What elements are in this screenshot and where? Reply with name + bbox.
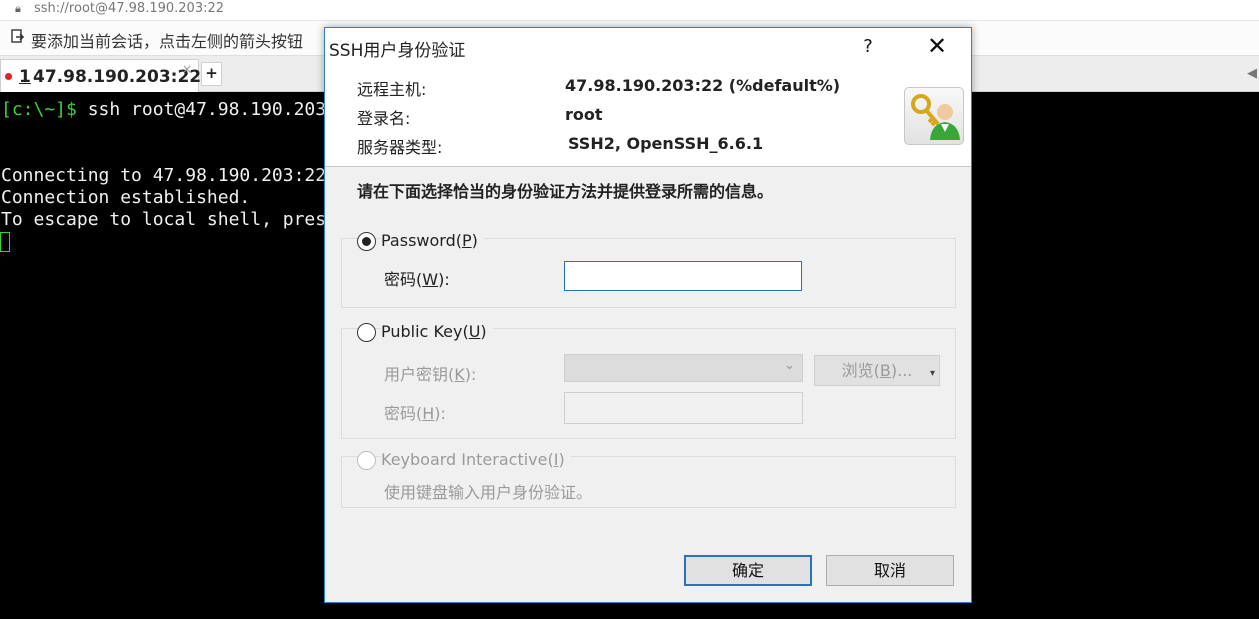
- tab-host: 47.98.190.203:22: [33, 67, 202, 87]
- ssh-auth-dialog: SSH用户身份验证 ? ✕ 远程主机: 47.98.190.203:22 (%d…: [324, 27, 972, 603]
- password-field-label-end: ):: [438, 270, 450, 289]
- user-key-icon: [904, 87, 964, 145]
- browse-label-text: 浏览(: [841, 361, 880, 380]
- dropdown-arrow-icon: ▾: [929, 368, 935, 379]
- key-passphrase-label: 密码(H):: [384, 400, 446, 424]
- key-passphrase-input: [564, 392, 803, 424]
- terminal-output-line: Connection established.: [1, 187, 251, 208]
- tab-scroll-left-icon[interactable]: ◀: [1247, 66, 1257, 81]
- password-field-label-accel: W: [422, 270, 439, 289]
- user-key-select: ⌄: [564, 354, 803, 382]
- password-label-text: Password(: [381, 231, 462, 250]
- connection-status-dot: [5, 73, 12, 80]
- user-key-label-end: ):: [464, 365, 477, 384]
- user-key-label-accel: K: [454, 365, 465, 384]
- publickey-radio-label[interactable]: Public Key(U): [381, 322, 493, 341]
- server-type-label: 服务器类型:: [357, 138, 443, 157]
- ok-button[interactable]: 确定: [684, 555, 812, 586]
- connection-info: 远程主机: 47.98.190.203:22 (%default%) 登录名: …: [325, 66, 971, 167]
- user-key-label: 用户密钥(K):: [384, 361, 476, 385]
- publickey-radio[interactable]: [357, 323, 376, 342]
- keyboard-interactive-desc: 使用键盘输入用户身份验证。: [384, 483, 593, 502]
- address-text: ssh://root@47.98.190.203:22: [34, 1, 225, 16]
- hint-text: 要添加当前会话，点击左侧的箭头按钮: [31, 32, 304, 51]
- publickey-label-accel: U: [468, 322, 481, 341]
- server-type-value: SSH2, OpenSSH_6.6.1: [568, 134, 764, 153]
- password-radio[interactable]: [357, 232, 376, 251]
- keyboard-label-end: ): [558, 450, 565, 469]
- add-tab-button[interactable]: +: [201, 62, 222, 86]
- key-passphrase-label-end: ):: [434, 404, 446, 423]
- browse-label-accel: B: [879, 361, 891, 380]
- browse-button: 浏览(B)... ▾: [814, 355, 940, 386]
- dialog-titlebar[interactable]: SSH用户身份验证 ? ✕: [325, 28, 971, 66]
- keyboard-label-text: Keyboard Interactive(: [381, 450, 554, 469]
- tab-number: 1: [19, 67, 31, 87]
- lock-icon: 🔒︎: [15, 2, 21, 15]
- dialog-title: SSH用户身份验证: [329, 41, 466, 61]
- keyboard-interactive-label: Keyboard Interactive(I): [381, 450, 571, 469]
- add-session-arrow-icon[interactable]: [11, 29, 25, 45]
- remote-host-value: 47.98.190.203:22 (%default%): [565, 76, 841, 95]
- password-label-end: ): [471, 231, 478, 250]
- password-field-label: 密码(W):: [384, 266, 450, 290]
- password-radio-label[interactable]: Password(P): [381, 231, 484, 250]
- tab-close-icon[interactable]: ×: [182, 62, 192, 76]
- keyboard-interactive-radio: [357, 451, 376, 470]
- password-input[interactable]: [564, 261, 802, 291]
- terminal-cursor: [0, 232, 10, 252]
- key-passphrase-label-text: 密码(: [384, 404, 423, 423]
- login-name-value: root: [565, 105, 603, 124]
- session-tab[interactable]: 1 47.98.190.203:22 ×: [0, 59, 202, 92]
- address-bar: 🔒︎ ssh://root@47.98.190.203:22: [0, 0, 1259, 21]
- publickey-label-text: Public Key(: [381, 322, 469, 341]
- instruction-text: 请在下面选择恰当的身份验证方法并提供登录所需的信息。: [357, 182, 774, 201]
- login-name-label: 登录名:: [357, 109, 411, 128]
- password-field-label-text: 密码(: [384, 270, 423, 289]
- terminal-prompt: [c:\~]$: [1, 99, 77, 120]
- key-passphrase-label-accel: H: [422, 404, 435, 423]
- close-button[interactable]: ✕: [919, 30, 955, 62]
- chevron-down-icon: ⌄: [784, 358, 795, 373]
- publickey-label-end: ): [480, 322, 487, 341]
- password-label-accel: P: [461, 231, 472, 250]
- terminal-output-line: Connecting to 47.98.190.203:22: [1, 165, 327, 186]
- cancel-button[interactable]: 取消: [826, 555, 954, 586]
- remote-host-label: 远程主机:: [357, 80, 427, 99]
- browse-label-end: )...: [890, 361, 913, 380]
- help-button[interactable]: ?: [852, 32, 884, 62]
- terminal-output-line: To escape to local shell, pres: [1, 209, 327, 230]
- terminal-command-line: [c:\~]$ ssh root@47.98.190.203: [1, 99, 326, 120]
- user-key-label-text: 用户密钥(: [384, 365, 455, 384]
- terminal-command: ssh root@47.98.190.203: [76, 99, 327, 120]
